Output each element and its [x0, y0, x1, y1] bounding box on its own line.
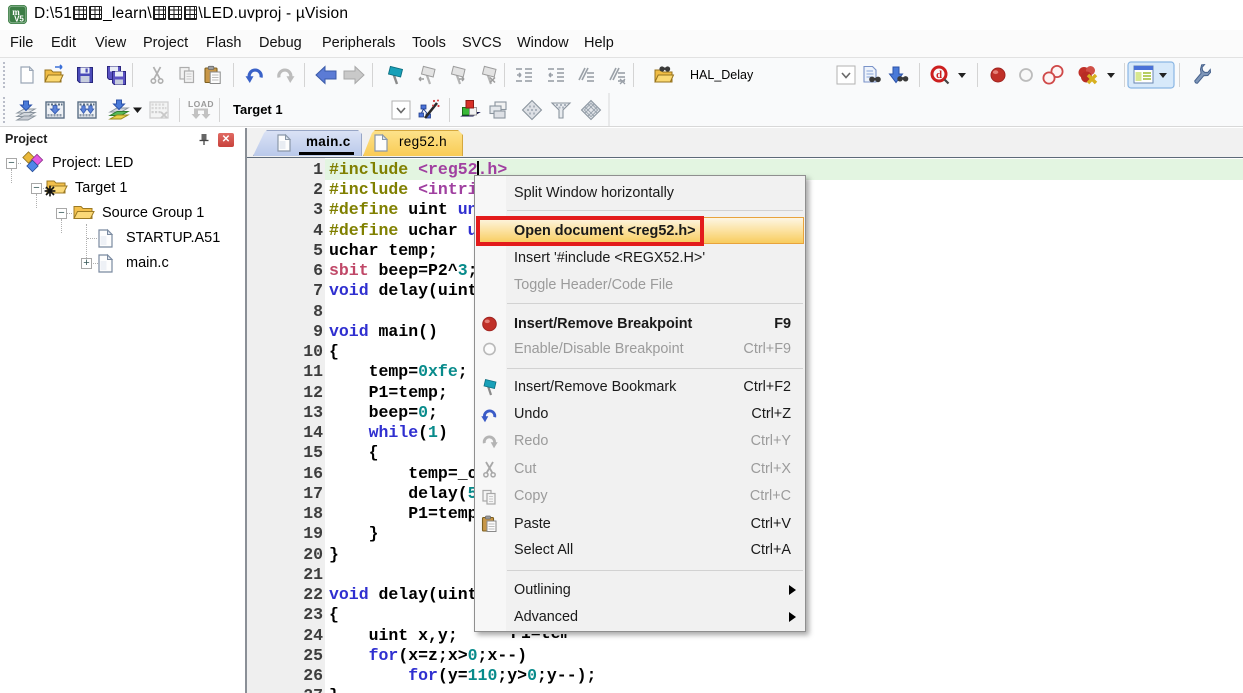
svg-text:LOAD: LOAD: [188, 99, 214, 109]
svg-text:V5: V5: [14, 15, 24, 24]
svg-text:d: d: [936, 69, 942, 81]
